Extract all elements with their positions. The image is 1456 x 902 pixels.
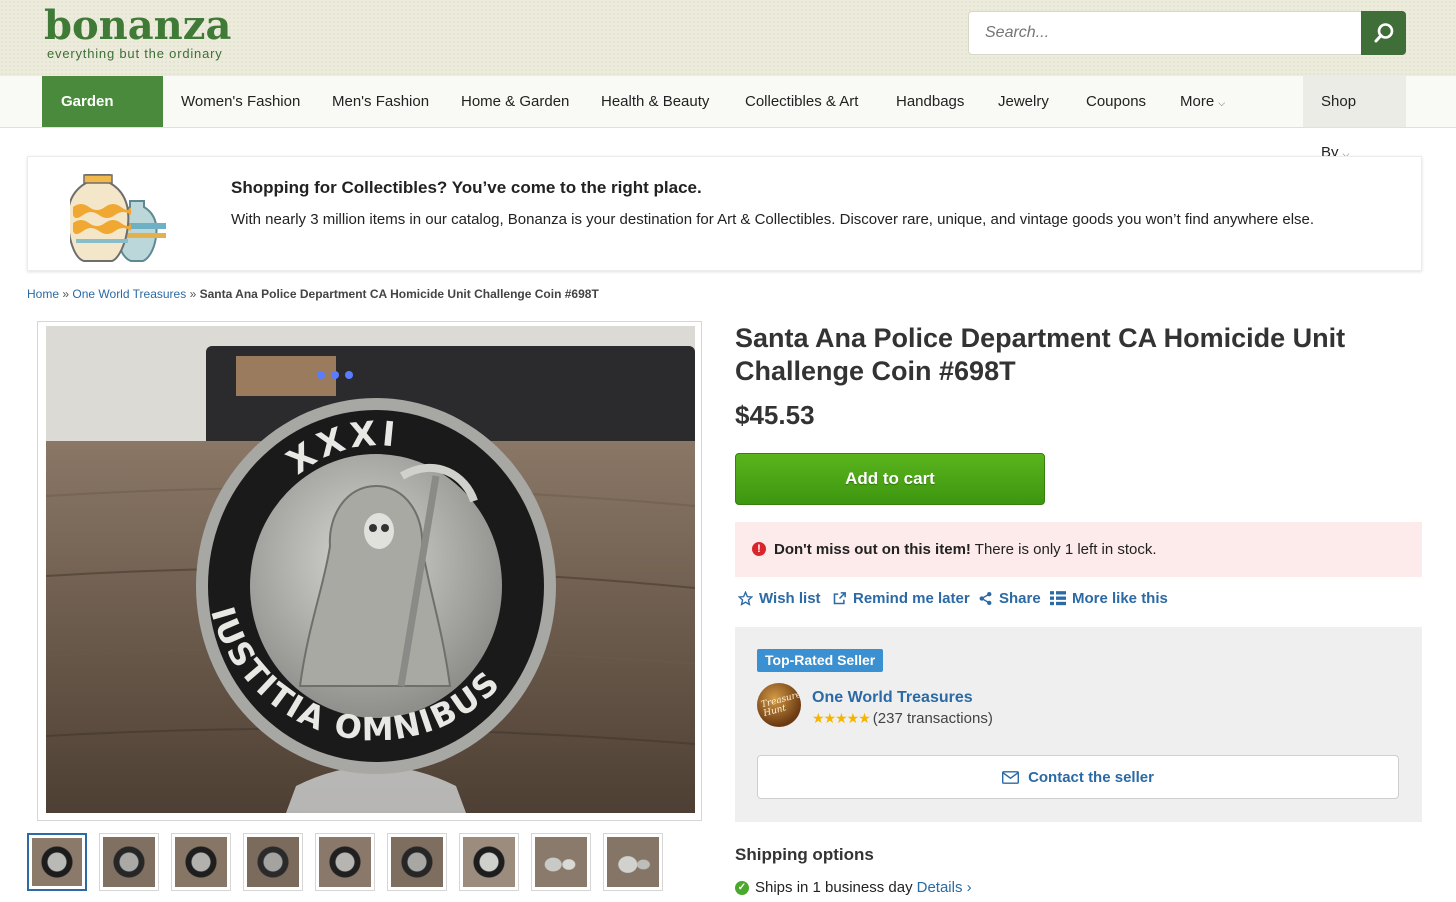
- collectibles-promo-banner: Shopping for Collectibles? You’ve come t…: [27, 156, 1422, 271]
- breadcrumb-store[interactable]: One World Treasures: [72, 287, 186, 301]
- nav-jewelry[interactable]: Jewelry: [998, 76, 1049, 127]
- more-like-this-label: More like this: [1072, 590, 1168, 607]
- nav-mens-fashion[interactable]: Men's Fashion: [332, 76, 429, 127]
- nav-more-label: More: [1180, 93, 1215, 110]
- logo-wordmark: bonanza: [44, 2, 232, 49]
- product-main-image[interactable]: XXXI IUSTITIA OMNIBUS: [46, 326, 695, 813]
- breadcrumb-separator: »: [62, 287, 70, 301]
- thumbnail-image[interactable]: [171, 833, 231, 891]
- shop-by-menu[interactable]: Shop By ⌵: [1303, 76, 1406, 161]
- grid-icon: [1050, 591, 1066, 606]
- shipping-info: ✓ Ships in 1 business day Details ›: [735, 879, 972, 896]
- external-share-icon: [833, 592, 846, 605]
- remind-me-later-link[interactable]: Remind me later: [832, 590, 970, 607]
- more-like-this-link[interactable]: More like this: [1050, 590, 1168, 607]
- nav-health-beauty[interactable]: Health & Beauty: [601, 76, 709, 127]
- search-box: [968, 11, 1406, 55]
- breadcrumb-home[interactable]: Home: [27, 287, 59, 301]
- product-price: $45.53: [735, 400, 815, 430]
- thumbnail-image[interactable]: [27, 833, 87, 891]
- add-to-cart-button[interactable]: Add to cart: [735, 453, 1045, 505]
- nav-home-garden[interactable]: Home & Garden: [461, 76, 569, 127]
- promo-title: Shopping for Collectibles? You’ve come t…: [231, 178, 702, 197]
- thumbnail-image[interactable]: [243, 833, 303, 891]
- top-rated-seller-badge: Top-Rated Seller: [757, 649, 884, 672]
- thumbnail-image[interactable]: [99, 833, 159, 891]
- contact-seller-label: Contact the seller: [1028, 768, 1154, 786]
- alert-bold-text: Don't miss out on this item!: [774, 541, 971, 558]
- seller-transactions: (237 transactions): [872, 710, 993, 727]
- share-link[interactable]: Share: [978, 590, 1041, 607]
- avatar-logo-text: Treasure Hunt: [760, 690, 801, 720]
- nav-more[interactable]: More ⌵: [1180, 76, 1225, 127]
- seller-panel: Top-Rated Seller Treasure Hunt One World…: [735, 627, 1422, 822]
- shop-by-label: Shop By: [1321, 93, 1357, 161]
- breadcrumb: Home » One World Treasures » Santa Ana P…: [27, 287, 599, 301]
- nav-garden-shop[interactable]: Garden Shop: [42, 76, 163, 161]
- low-stock-message: Don't miss out on this item! There is on…: [774, 541, 1157, 558]
- exclamation-icon: !: [752, 542, 766, 556]
- share-label: Share: [999, 590, 1041, 607]
- shipping-time: Ships in 1 business day: [755, 879, 913, 896]
- promo-description: With nearly 3 million items in our catal…: [231, 211, 1315, 228]
- nav-collectibles-art[interactable]: Collectibles & Art: [745, 76, 858, 127]
- bonanza-logo[interactable]: bonanza everything but the ordinary: [44, 2, 232, 62]
- chevron-down-icon: ⌵: [1218, 98, 1226, 108]
- shipping-details-link[interactable]: Details ›: [917, 879, 972, 896]
- thumbnail-image[interactable]: [459, 833, 519, 891]
- search-button[interactable]: [1361, 11, 1406, 55]
- check-circle-icon: ✓: [735, 880, 749, 895]
- breadcrumb-separator: »: [189, 287, 197, 301]
- shipping-options-heading: Shipping options: [735, 845, 874, 864]
- remind-me-later-label: Remind me later: [853, 590, 970, 607]
- star-outline-icon: [738, 591, 753, 606]
- search-icon: [1374, 23, 1393, 43]
- challenge-coin-photo: XXXI IUSTITIA OMNIBUS: [46, 326, 695, 813]
- seller-avatar[interactable]: Treasure Hunt: [757, 683, 801, 727]
- nav-womens-fashion[interactable]: Women's Fashion: [181, 76, 300, 127]
- logo-tagline: everything but the ordinary: [47, 46, 223, 61]
- product-title: Santa Ana Police Department CA Homicide …: [735, 323, 1346, 386]
- site-header: bonanza everything but the ordinary: [0, 0, 1456, 76]
- nav-handbags[interactable]: Handbags: [896, 76, 964, 127]
- breadcrumb-current: Santa Ana Police Department CA Homicide …: [199, 287, 599, 301]
- thumbnail-image[interactable]: [387, 833, 447, 891]
- nav-coupons[interactable]: Coupons: [1086, 76, 1146, 127]
- five-star-rating-icon: ★★★★★: [812, 710, 871, 726]
- contact-seller-button[interactable]: Contact the seller: [757, 755, 1399, 799]
- product-image-frame: XXXI IUSTITIA OMNIBUS: [37, 321, 702, 821]
- low-stock-alert: ! Don't miss out on this item! There is …: [735, 522, 1422, 577]
- share-icon: [979, 591, 992, 606]
- alert-detail-text: There is only 1 left in stock.: [970, 541, 1157, 558]
- seller-name-link[interactable]: One World Treasures: [812, 689, 973, 707]
- thumbnail-image[interactable]: [531, 833, 591, 891]
- wish-list-label: Wish list: [759, 590, 821, 607]
- seller-rating: ★★★★★ (237 transactions): [812, 710, 993, 727]
- thumbnail-image[interactable]: [603, 833, 663, 891]
- thumbnail-image[interactable]: [315, 833, 375, 891]
- vase-icon: [70, 174, 166, 262]
- search-input[interactable]: [969, 12, 1361, 54]
- category-nav: Garden Shop Women's Fashion Men's Fashio…: [0, 76, 1456, 161]
- wish-list-link[interactable]: Wish list: [738, 590, 821, 607]
- envelope-icon: [1002, 770, 1020, 784]
